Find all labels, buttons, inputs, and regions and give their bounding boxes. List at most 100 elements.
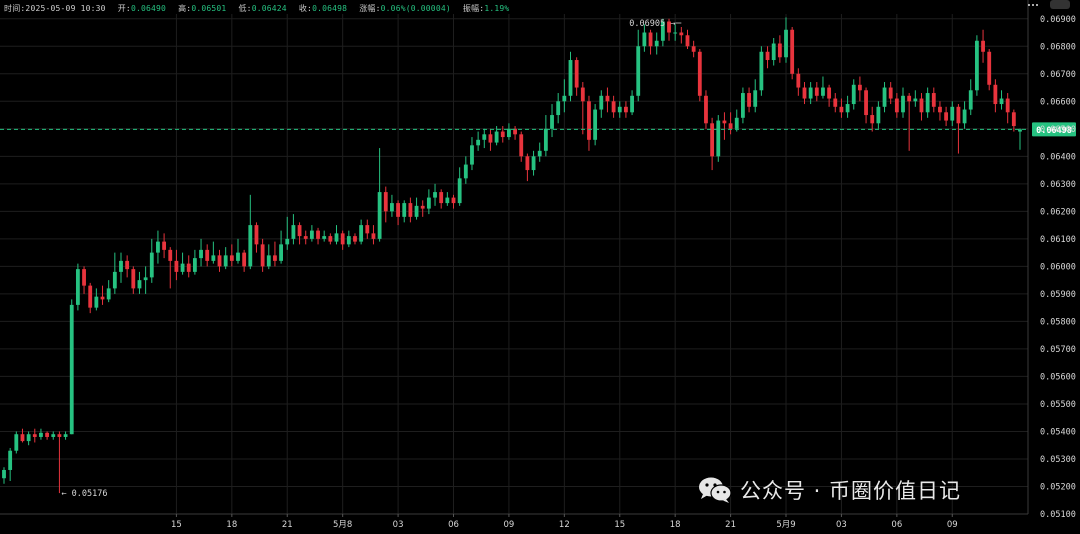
candle-body	[297, 225, 302, 237]
candle-body	[722, 120, 727, 124]
candle-body	[697, 51, 702, 96]
high-value: 0.06501	[191, 4, 227, 13]
y-tick-label: 0.06600	[1040, 97, 1076, 107]
candle-body	[371, 233, 376, 239]
y-tick-label: 0.06400	[1040, 152, 1076, 162]
candle-body	[919, 98, 924, 113]
candle-body	[57, 434, 62, 437]
candle-body	[574, 60, 579, 88]
candle-body	[611, 101, 616, 113]
change-label: 涨幅:	[359, 4, 381, 13]
candle-body	[470, 145, 474, 165]
candle-body	[192, 258, 197, 272]
candle-body	[420, 205, 425, 209]
low-label: 低:	[238, 4, 252, 13]
candle-body	[888, 87, 893, 99]
candle-body	[808, 87, 813, 99]
y-tick-label: 0.05500	[1040, 400, 1076, 410]
candle-body	[322, 236, 327, 239]
candle-body	[32, 434, 37, 437]
candle-body	[704, 95, 708, 124]
candle-body	[439, 192, 444, 204]
candle-body	[359, 225, 364, 242]
candle-body	[353, 236, 357, 242]
panel-toggle-button[interactable]	[1050, 0, 1070, 9]
candle-body	[273, 255, 277, 261]
candle-body	[728, 123, 733, 129]
candle-body	[747, 93, 751, 107]
candle-body	[1011, 112, 1016, 127]
candle-body	[974, 40, 979, 91]
candle-body	[894, 98, 899, 113]
candle-body	[396, 203, 400, 217]
y-tick-label: 0.06100	[1040, 235, 1076, 245]
candle-body	[131, 269, 136, 289]
candle-body	[987, 51, 992, 85]
time-value: 2025-05-09 10:30	[25, 4, 106, 13]
candle-body	[390, 203, 394, 212]
candle-body	[777, 43, 782, 58]
candle-body	[236, 252, 240, 261]
candle-body	[765, 51, 770, 61]
low-marker-label: ← 0.05176	[61, 489, 107, 499]
y-tick-label: 0.05900	[1040, 290, 1076, 300]
candle-body	[784, 29, 788, 58]
x-axis: 15 18 21 5月8 03 06 09 12 15 18 21 5月9 03 06 09	[171, 514, 958, 530]
candle-body	[112, 271, 117, 289]
candle-body	[266, 255, 271, 267]
x-tick-label: 09	[504, 520, 515, 530]
y-tick-label: 0.05300	[1040, 455, 1076, 465]
candle-body	[242, 252, 247, 267]
candle-body	[993, 84, 998, 105]
candle-body	[51, 434, 56, 437]
candle-body	[75, 269, 80, 305]
x-tick-label: 18	[226, 520, 237, 530]
ohlc-info-bar: 时间:2025-05-09 10:30 开:0.06490 高:0.06501 …	[4, 3, 509, 14]
candle-body	[827, 87, 832, 99]
candle-body	[445, 197, 450, 204]
candle-body	[223, 255, 228, 267]
candle-body	[199, 249, 203, 259]
y-axis: 0.06900 0.06800 0.06700 0.06600 0.06500 0.064…	[1040, 15, 1076, 520]
candlestick-chart[interactable]: 0.06498 0.06905 → ← 0.05176 0.06900 0.06800…	[0, 0, 1080, 534]
candle-body	[833, 98, 838, 107]
candle-body	[624, 106, 628, 113]
candle-body	[303, 236, 308, 239]
candle-body	[587, 101, 591, 140]
candle-body	[617, 106, 622, 113]
candle-body	[451, 197, 456, 204]
candle-body	[870, 115, 875, 124]
open-value: 0.06490	[130, 4, 167, 13]
candle-body	[482, 134, 487, 140]
change-value: 0.06%(0.00004)	[380, 4, 451, 13]
candle-body	[211, 255, 216, 261]
candle-body	[365, 225, 370, 234]
candle-body	[685, 35, 690, 47]
candle-body	[180, 263, 185, 272]
candle-body	[94, 296, 99, 308]
candle-body	[402, 203, 407, 217]
candle-body	[8, 450, 13, 470]
candle-body	[654, 40, 659, 47]
y-tick-label: 0.05100	[1040, 510, 1076, 520]
more-options-icon[interactable]	[1028, 0, 1038, 8]
candle-body	[876, 106, 881, 124]
candle-body	[383, 192, 388, 212]
candle-body	[457, 178, 462, 204]
candle-body	[507, 128, 511, 138]
candle-body	[316, 230, 320, 239]
candle-body	[346, 236, 351, 245]
candle-body	[599, 95, 604, 110]
candle-body	[408, 203, 413, 217]
y-tick-label: 0.06300	[1040, 180, 1076, 190]
candle-body	[636, 46, 641, 96]
x-tick-label: 09	[947, 520, 958, 530]
candle-body	[426, 197, 431, 209]
candle-body	[556, 101, 561, 116]
y-tick-label: 0.05800	[1040, 317, 1076, 327]
candle-body	[845, 104, 850, 113]
y-tick-label: 0.05700	[1040, 345, 1076, 355]
candle-body	[106, 288, 111, 300]
candle-body	[802, 87, 807, 99]
candle-body	[593, 109, 598, 140]
